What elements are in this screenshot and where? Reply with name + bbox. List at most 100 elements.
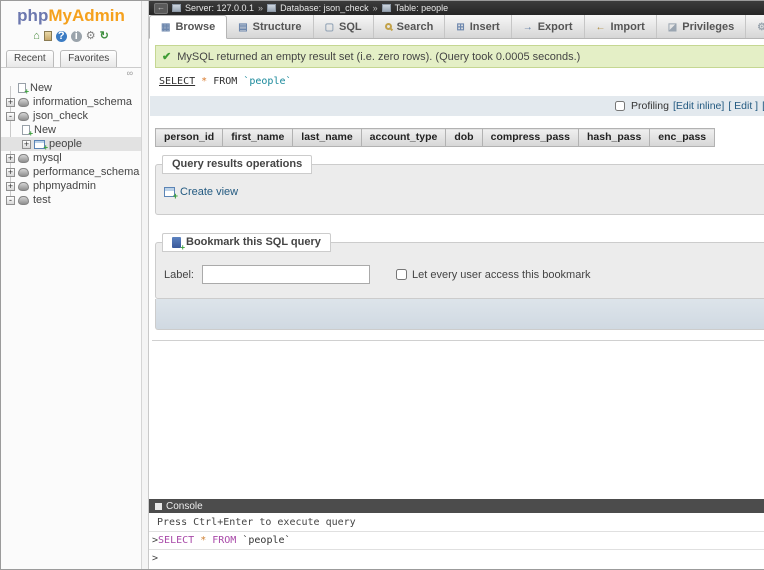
collapse-icon[interactable]: - [6,111,15,121]
tree-item-test[interactable]: - test [1,193,141,207]
database-icon [18,97,29,107]
tree-item-information_schema[interactable]: + information_schema [1,95,141,109]
import-icon [596,21,606,33]
tree-item-label: mysql [33,152,62,164]
tab-privileges[interactable]: Privileges [657,15,747,38]
navigation-sidebar: phpMyAdmin ⌂ ? i ⚙ ↻ Recent Favorites ∞ … [1,1,141,569]
sidebar-divider: ∞ [1,67,141,79]
console-sql-select: SELECT [158,535,195,546]
tab-export[interactable]: Export [512,15,585,38]
recent-tables-button[interactable]: Recent [6,50,54,67]
check-icon: ✔ [162,51,172,63]
back-icon[interactable]: ← [154,2,168,14]
expand-icon[interactable]: + [6,181,15,191]
profiling-checkbox[interactable] [615,101,625,111]
tree-item-phpmyadmin[interactable]: + phpmyadmin [1,179,141,193]
bookmark-footer: Bookmark this SQL query [155,299,764,330]
breadcrumb-server[interactable]: Server: 127.0.0.1 [185,3,254,13]
executed-sql-query: SELECT * FROM `people` [149,68,764,94]
bookmark-legend: Bookmark this SQL query [162,233,331,252]
profiling-label[interactable]: Profiling [631,100,669,112]
expand-icon[interactable]: + [6,153,15,163]
tree-item-label: people [49,138,83,150]
tree-item-mysql[interactable]: + mysql [1,151,141,165]
tree-item-json_check[interactable]: - json_check [1,109,141,123]
query-results-operations-body: Create view [156,174,764,214]
tree-item-performance_schema[interactable]: + performance_schema [1,165,141,179]
column-header[interactable]: first_name [222,128,294,147]
sql-select-link[interactable]: SELECT [159,76,195,87]
create-view-link[interactable]: Create view [164,186,239,201]
create-view-label: Create view [180,186,239,198]
collapse-icon[interactable]: - [6,195,15,205]
logout-icon[interactable] [43,31,52,41]
docs-icon[interactable]: i [70,30,82,42]
new-item-icon [18,83,29,96]
console-history-entry[interactable]: >SELECT * FROM `people` [149,532,764,550]
legend-text: Bookmark this SQL query [186,236,321,248]
results-table: person_id first_name last_name account_t… [154,128,716,147]
bookmark-share-checkbox[interactable] [395,269,407,280]
help-icon[interactable]: ? [55,30,67,42]
expand-icon[interactable]: + [6,167,15,177]
console-sql-star: * [200,535,207,546]
breadcrumb-separator: » [258,3,264,13]
main-panel: ← Server: 127.0.0.1 » Database: json_che… [149,1,764,569]
legend-text: Query results operations [172,158,303,170]
column-header[interactable]: account_type [360,128,447,147]
breadcrumb-database[interactable]: Database: json_check [280,3,369,13]
panel-resize-handle[interactable] [141,1,149,569]
tab-sql[interactable]: SQL [314,15,374,38]
tree-item-label: phpmyadmin [33,180,96,192]
edit-inline-link[interactable]: [Edit inline] [673,100,724,112]
privileges-icon [668,21,677,33]
table-icon [34,139,48,152]
server-icon [172,4,181,12]
column-header[interactable]: hash_pass [577,128,651,147]
breadcrumb-separator: » [372,3,378,13]
expand-icon[interactable]: + [6,97,15,107]
new-item-icon [22,125,33,138]
tree-item-new-database[interactable]: New [1,81,141,96]
tab-operations[interactable]: Operations [746,15,764,38]
column-header[interactable]: compress_pass [481,128,580,147]
tab-label: Privileges [682,20,735,33]
column-header[interactable]: enc_pass [649,128,716,147]
tree-item-people[interactable]: + people [1,137,141,152]
settings-icon[interactable]: ⚙ [86,30,96,42]
phpmyadmin-window: phpMyAdmin ⌂ ? i ⚙ ↻ Recent Favorites ∞ … [0,0,764,570]
refresh-icon[interactable]: ↻ [100,30,109,42]
column-header[interactable]: dob [445,128,483,147]
results-header-row: person_id first_name last_name account_t… [154,128,716,147]
tab-browse[interactable]: Browse [149,15,228,39]
console-toggle[interactable]: Console [155,501,203,512]
console-body[interactable]: Press Ctrl+Enter to execute query >SELEC… [149,513,764,569]
bookmark-label-input[interactable] [201,265,370,284]
console-input-prompt[interactable]: > [149,550,764,567]
database-icon [267,4,277,12]
tree-item-new-table[interactable]: New [1,123,141,138]
bookmark-share-option: Let every user access this bookmark [395,269,591,281]
edit-link[interactable]: [ Edit ] [728,100,758,112]
tab-insert[interactable]: Insert [445,15,512,38]
column-header[interactable]: person_id [154,128,224,147]
phpmyadmin-logo[interactable]: phpMyAdmin [1,1,141,26]
search-icon [384,23,392,30]
tab-search[interactable]: Search [374,15,446,38]
tab-structure[interactable]: Structure [227,15,314,38]
favorite-tables-button[interactable]: Favorites [60,50,118,67]
breadcrumb-table[interactable]: Table: people [395,3,449,13]
expand-icon[interactable]: + [22,139,31,149]
bookmark-share-label[interactable]: Let every user access this bookmark [412,269,591,281]
logo-myadmin: MyAdmin [48,6,125,25]
column-header[interactable]: last_name [292,128,362,147]
home-icon[interactable]: ⌂ [33,30,40,42]
nav-resize-icon[interactable]: ∞ [127,69,133,78]
console-title-text: Console [166,500,203,512]
tab-import[interactable]: Import [585,15,657,38]
breadcrumb: ← Server: 127.0.0.1 » Database: json_che… [149,1,764,15]
operations-icon [757,21,764,33]
tree-item-label: json_check [33,110,89,122]
tab-label: Import [610,20,645,33]
query-results-operations-legend: Query results operations [162,155,313,174]
